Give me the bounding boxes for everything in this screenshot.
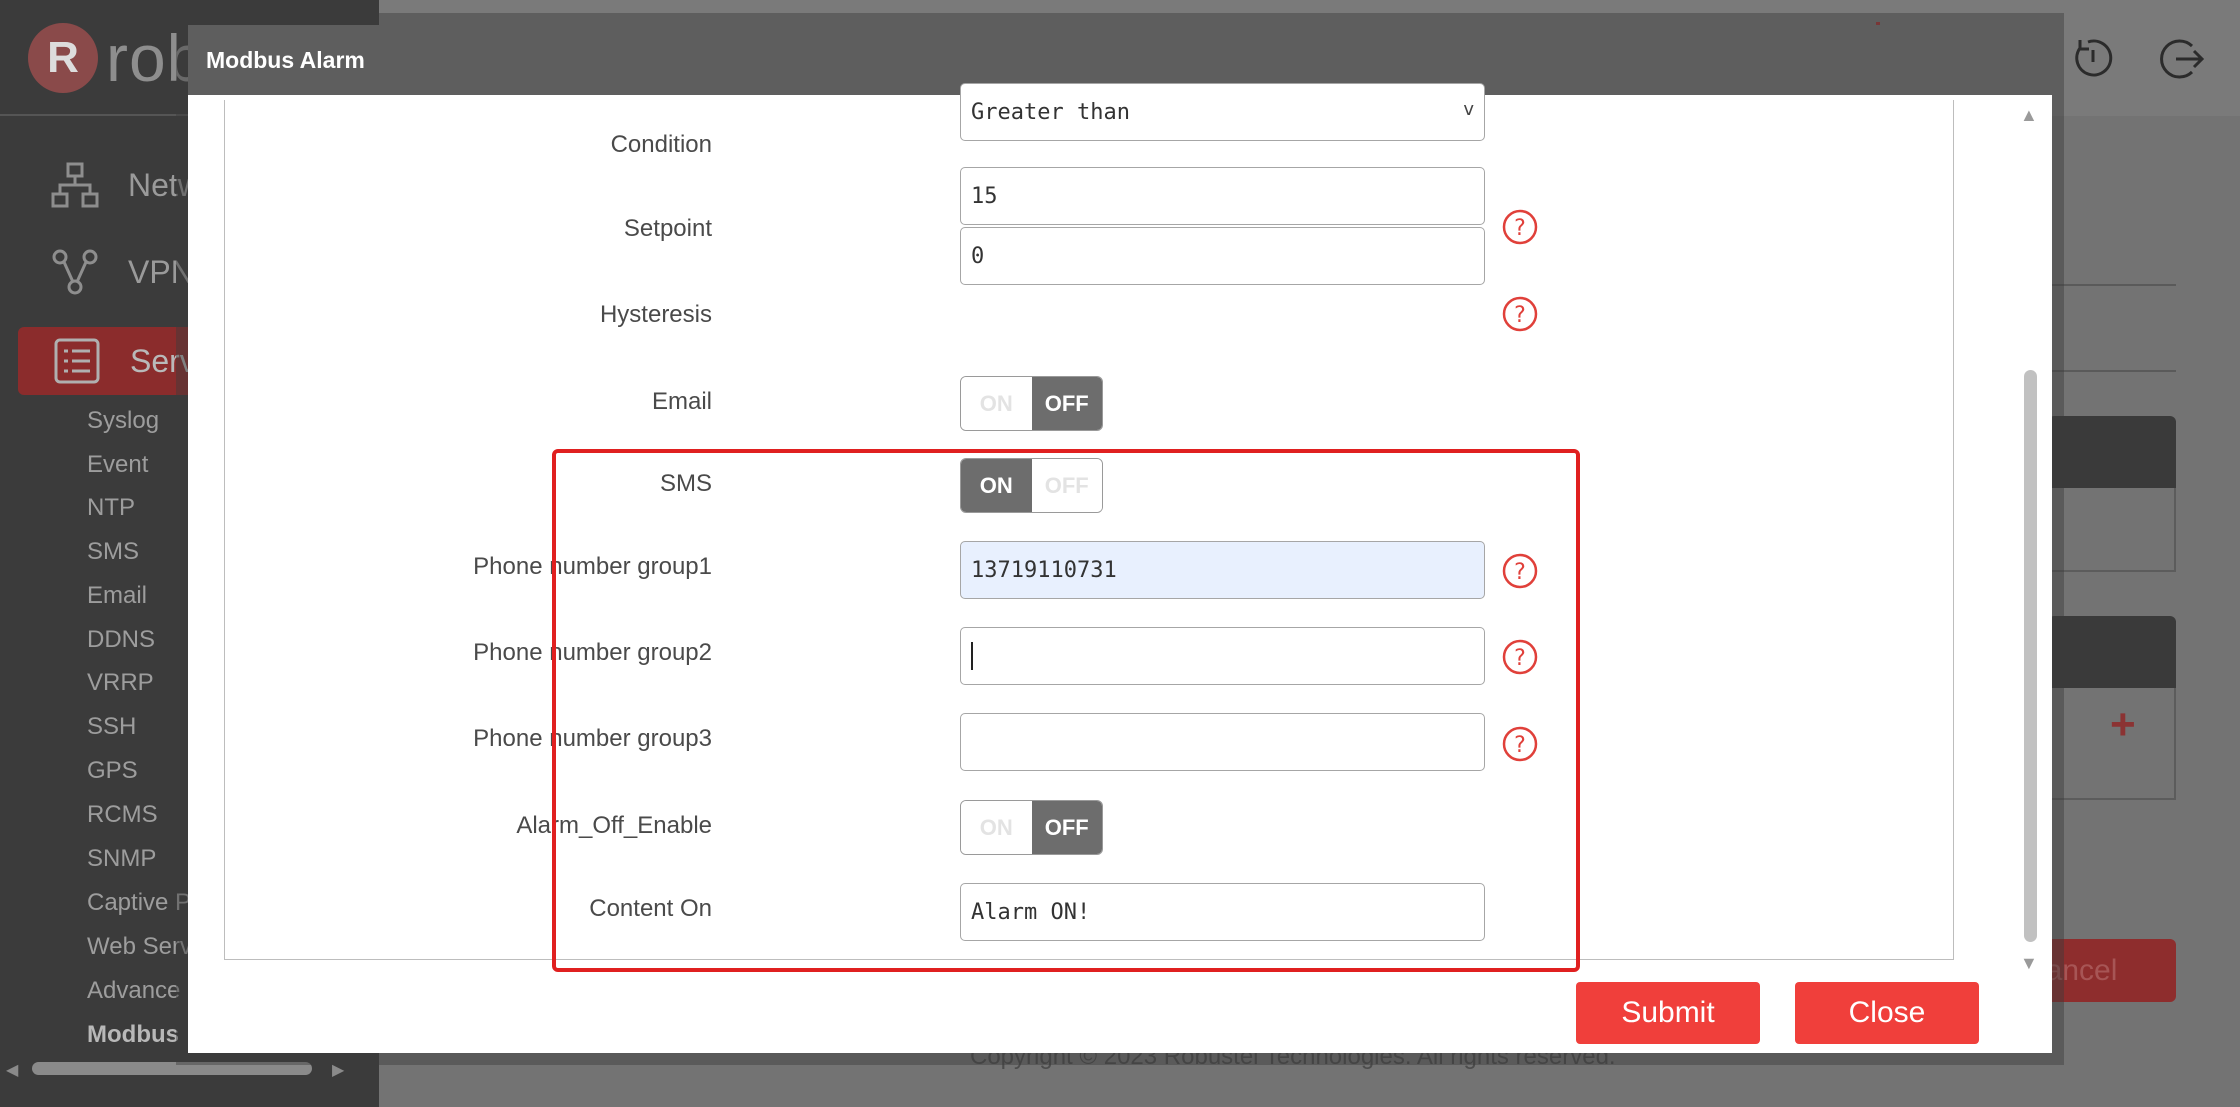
sub-item-ssh[interactable]: SSH xyxy=(87,713,136,741)
setpoint-input[interactable]: 15 xyxy=(960,167,1485,225)
panel-header xyxy=(2048,616,2176,688)
sub-item-gps[interactable]: GPS xyxy=(87,757,138,785)
sub-item-email[interactable]: Email xyxy=(87,582,147,610)
email-toggle[interactable]: ON OFF xyxy=(960,376,1103,431)
submit-button[interactable]: Submit xyxy=(1576,982,1760,1044)
sub-item-ddns[interactable]: DDNS xyxy=(87,626,155,654)
sub-item-syslog[interactable]: Syslog xyxy=(87,407,159,435)
sub-item-web-server[interactable]: Web Serv xyxy=(87,933,192,961)
logo-mark: R xyxy=(28,23,98,93)
scroll-up-arrow-icon[interactable]: ▲ xyxy=(2020,105,2038,126)
vpn-icon xyxy=(52,249,98,295)
divider xyxy=(2052,370,2176,372)
toggle-off-side: OFF xyxy=(1031,377,1102,430)
nav-item-network[interactable]: Netw xyxy=(50,160,201,210)
sub-item-captive-portal[interactable]: Captive P xyxy=(87,889,191,917)
sub-item-rcms[interactable]: RCMS xyxy=(87,801,158,829)
panel-header xyxy=(2048,416,2176,488)
email-label: Email xyxy=(651,388,712,415)
logo: R rob xyxy=(28,18,204,98)
toggle-on-side: ON xyxy=(961,377,1032,430)
hysteresis-input[interactable]: 0 xyxy=(960,227,1485,285)
close-button[interactable]: Close xyxy=(1795,982,1979,1044)
network-icon xyxy=(51,162,99,208)
reboot-icon[interactable] xyxy=(2068,34,2118,84)
sub-item-modbus[interactable]: Modbus xyxy=(87,1021,179,1049)
top-icons xyxy=(2068,34,2206,84)
divider xyxy=(2052,284,2176,286)
setpoint-label: Setpoint xyxy=(623,215,712,242)
annotation-highlight-box xyxy=(552,449,1580,972)
help-icon[interactable]: ? xyxy=(1501,208,1539,246)
sub-item-snmp[interactable]: SNMP xyxy=(87,845,156,873)
sub-item-vrrp[interactable]: VRRP xyxy=(87,669,154,697)
scroll-right-arrow-icon[interactable]: ▶ xyxy=(332,1060,344,1080)
logout-icon[interactable] xyxy=(2156,34,2206,84)
add-button[interactable]: + xyxy=(2110,700,2136,750)
condition-label: Condition xyxy=(610,131,712,158)
sub-item-ntp[interactable]: NTP xyxy=(87,494,135,522)
sub-item-event[interactable]: Event xyxy=(87,451,148,479)
help-icon[interactable]: ? xyxy=(1501,295,1539,333)
svg-text:?: ? xyxy=(1514,303,1526,328)
condition-select[interactable]: Greater than v xyxy=(960,83,1485,141)
scroll-thumb[interactable] xyxy=(2024,370,2037,942)
sub-item-advanced[interactable]: Advance xyxy=(87,977,180,1005)
scroll-left-arrow-icon[interactable]: ◀ xyxy=(6,1060,18,1080)
hysteresis-label: Hysteresis xyxy=(599,301,712,328)
nav-label: VPN xyxy=(128,253,194,290)
nav-item-vpn[interactable]: VPN xyxy=(50,247,194,297)
chevron-down-icon: v xyxy=(1463,99,1474,120)
svg-text:?: ? xyxy=(1514,216,1526,241)
cancel-button[interactable]: Cancel xyxy=(2024,939,2176,1002)
scroll-down-arrow-icon[interactable]: ▼ xyxy=(2020,953,2038,974)
scroll-thumb[interactable] xyxy=(32,1062,312,1075)
sub-item-sms[interactable]: SMS xyxy=(87,538,139,566)
services-list-icon xyxy=(54,338,100,384)
modbus-alarm-dialog: Modbus Alarm ▲ ▼ Condition Greater than … xyxy=(188,25,2052,1053)
condition-value: Greater than xyxy=(971,99,1130,125)
panel-body xyxy=(2048,488,2176,572)
